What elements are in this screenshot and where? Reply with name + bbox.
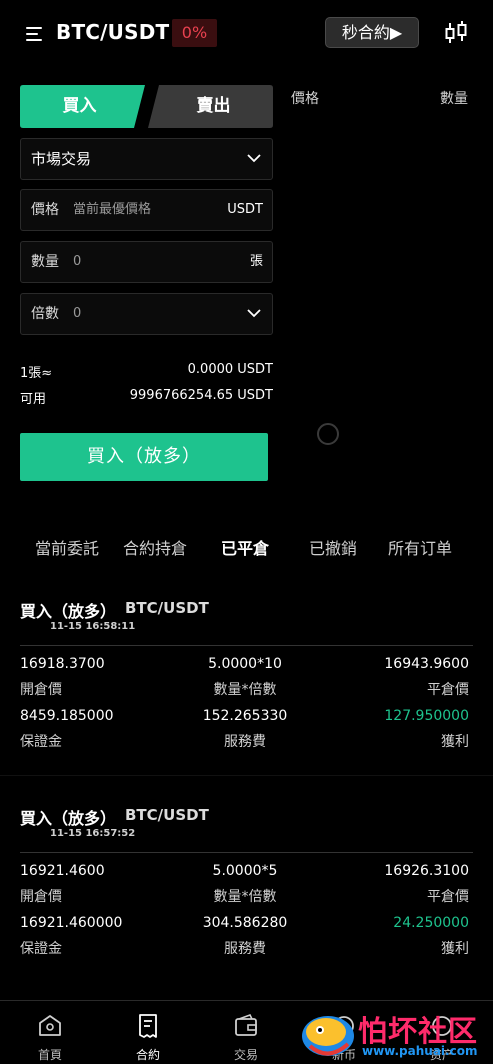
margin-value: 8459.185000	[20, 708, 114, 724]
nav-trade[interactable]: 交易	[216, 1001, 276, 1064]
margin-value: 16921.460000	[20, 915, 123, 931]
contract-icon	[139, 1014, 157, 1038]
leverage-label: 倍數	[31, 306, 59, 322]
order-type-value: 市場交易	[31, 150, 92, 168]
tab-positions[interactable]: 合約持倉	[123, 535, 187, 559]
order-type-select[interactable]: 市場交易	[20, 138, 273, 180]
open-price-label: 開倉價	[20, 889, 62, 905]
open-price-value: 16921.4600	[20, 863, 105, 879]
close-price-label: 平倉價	[427, 889, 469, 905]
available-label: 可用	[20, 392, 47, 407]
card-divider	[20, 645, 473, 646]
close-price-value: 16926.3100	[384, 863, 469, 879]
new-coin-icon	[334, 1016, 354, 1036]
profit-value: 24.250000	[393, 915, 469, 931]
nav-contract-label: 合約	[135, 1048, 160, 1062]
nav-new-coin-label: 新币	[331, 1048, 356, 1062]
margin-label: 保證金	[20, 734, 62, 750]
menu-icon[interactable]	[26, 26, 44, 42]
orderbook-price-header: 價格	[291, 91, 319, 107]
order-time: 11-15 16:57:52	[50, 828, 136, 839]
tab-closed[interactable]: 已平倉	[221, 535, 269, 559]
change-badge: 0%	[172, 19, 217, 47]
price-field[interactable]: 價格 當前最優價格 USDT	[20, 189, 273, 231]
qty-leverage-value: 5.0000*5	[212, 863, 278, 879]
quantity-unit: 張	[249, 254, 263, 269]
quantity-label: 數量	[31, 254, 59, 270]
qty-leverage-label: 數量*倍數	[213, 682, 277, 698]
order-pair: BTC/USDT	[125, 806, 209, 824]
qty-leverage-label: 數量*倍數	[213, 889, 277, 905]
close-price-label: 平倉價	[427, 682, 469, 698]
orderbook-quantity-header: 數量	[440, 91, 468, 107]
sell-tab[interactable]: 賣出	[148, 85, 273, 128]
fee-label: 服務費	[224, 734, 266, 750]
order-time: 11-15 16:58:11	[50, 621, 136, 632]
fee-value: 304.586280	[202, 915, 288, 931]
tab-cancelled[interactable]: 已撤銷	[309, 535, 357, 559]
fee-label: 服務費	[224, 941, 266, 957]
nav-new-coin[interactable]: 新币	[314, 1001, 374, 1064]
nav-asset[interactable]: 资产	[412, 1001, 472, 1064]
order-side: 買入（放多）	[20, 809, 117, 828]
order-card[interactable]: 買入（放多） BTC/USDT 11-15 16:57:52 16921.460…	[0, 805, 493, 965]
qty-leverage-value: 5.0000*10	[208, 656, 282, 672]
per-lot-label: 1張≈	[20, 366, 53, 381]
available-value: 9996766254.65 USDT	[129, 388, 273, 403]
price-input[interactable]: 當前最優價格	[73, 190, 151, 230]
order-side: 買入（放多）	[20, 602, 117, 621]
nav-home[interactable]: 首頁	[20, 1001, 80, 1064]
tab-all-orders[interactable]: 所有订单	[388, 535, 452, 559]
wallet-icon	[235, 1014, 257, 1036]
buy-tab[interactable]: 買入	[20, 85, 145, 128]
card-separator	[0, 775, 493, 776]
per-lot-row: 1張≈ 0.0000 USDT	[20, 362, 273, 382]
order-pair: BTC/USDT	[125, 599, 209, 617]
chevron-down-icon	[247, 309, 261, 318]
bottom-nav: 首頁 合約 交易 新币 资产	[0, 1000, 493, 1064]
per-lot-value: 0.0000 USDT	[187, 362, 273, 377]
leverage-select[interactable]: 倍數 0	[20, 293, 273, 335]
open-price-value: 16918.3700	[20, 656, 105, 672]
second-contract-button[interactable]: 秒合約▶	[325, 17, 419, 48]
profit-value: 127.950000	[384, 708, 469, 724]
quantity-field[interactable]: 數量 0 張	[20, 241, 273, 283]
asset-icon	[432, 1016, 452, 1036]
buy-tab-label: 買入	[62, 96, 97, 116]
candlestick-chart-icon[interactable]	[443, 20, 469, 46]
price-unit: USDT	[227, 202, 263, 217]
sell-tab-label: 賣出	[196, 96, 231, 116]
chevron-down-icon	[247, 154, 261, 163]
nav-home-label: 首頁	[37, 1048, 62, 1062]
buy-long-button[interactable]: 買入（放多）	[20, 433, 268, 481]
order-card[interactable]: 買入（放多） BTC/USDT 11-15 16:58:11 16918.370…	[0, 598, 493, 758]
tab-current-orders[interactable]: 當前委託	[35, 535, 99, 559]
pair-title[interactable]: BTC/USDT	[56, 20, 169, 44]
nav-contract[interactable]: 合約	[118, 1001, 178, 1064]
margin-label: 保證金	[20, 941, 62, 957]
fee-value: 152.265330	[202, 708, 288, 724]
price-label: 價格	[31, 202, 59, 218]
nav-trade-label: 交易	[233, 1048, 258, 1062]
home-icon	[39, 1015, 61, 1036]
profit-label: 獲利	[441, 734, 469, 750]
open-price-label: 開倉價	[20, 682, 62, 698]
close-price-value: 16943.9600	[384, 656, 469, 672]
quantity-input[interactable]: 0	[73, 242, 81, 282]
nav-asset-label: 资产	[429, 1048, 454, 1062]
loading-spinner-icon	[317, 423, 339, 445]
header: BTC/USDT 0% 秒合約▶	[0, 0, 493, 66]
leverage-value: 0	[73, 306, 82, 321]
available-row: 可用 9996766254.65 USDT	[20, 388, 273, 408]
card-divider	[20, 852, 473, 853]
profit-label: 獲利	[441, 941, 469, 957]
